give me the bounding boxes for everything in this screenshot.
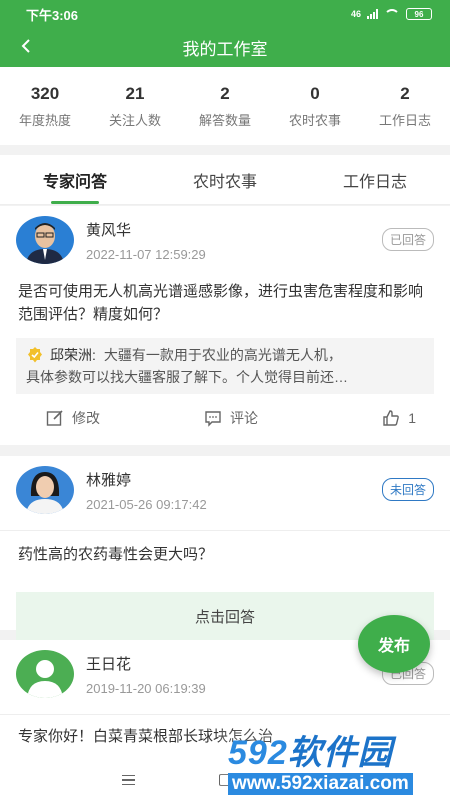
- avatar-photo-icon: [16, 466, 74, 514]
- menu-icon: [121, 774, 135, 786]
- stats-panel: 320 年度热度 21 关注人数 2 解答数量 0 农时农事 2 工作日志: [0, 67, 450, 145]
- edit-icon: [46, 410, 63, 426]
- stat-answers[interactable]: 2 解答数量: [180, 67, 270, 145]
- wifi-icon: [384, 8, 400, 20]
- post-author: 林雅婷 2021-05-26 09:17:42 未回答: [0, 456, 450, 514]
- like-count: 1: [408, 410, 416, 426]
- chevron-left-icon: [21, 39, 30, 53]
- stat-value: 2: [220, 83, 230, 103]
- author-info: 黄风华 2022-11-07 12:59:29: [86, 219, 206, 262]
- stat-label: 解答数量: [198, 112, 251, 128]
- status-badge: 已回答: [381, 228, 434, 251]
- answer-preview[interactable]: 邱荣洲: 大疆有一款用于农业的高光谱无人机， 具体参数可以找大疆客服了解下。个人…: [16, 338, 434, 394]
- signal-icon: [367, 9, 378, 19]
- author-name: 林雅婷: [86, 471, 132, 489]
- publish-button[interactable]: 发布: [358, 615, 430, 673]
- answer-line1: 大疆有一款用于农业的高光谱无人机，: [103, 347, 342, 363]
- post-author: 黄风华 2022-11-07 12:59:29 已回答: [0, 206, 450, 264]
- question-text[interactable]: 药性高的农药毒性会更大吗？: [0, 530, 450, 566]
- watermark-logo: 592软件园: [228, 735, 393, 771]
- stat-label: 关注人数: [108, 112, 161, 128]
- battery-level: 96: [414, 9, 424, 19]
- stat-label: 农时农事: [288, 112, 341, 128]
- tab-worklog[interactable]: 工作日志: [300, 155, 450, 204]
- tab-farming[interactable]: 农时农事: [150, 155, 300, 204]
- avatar[interactable]: [16, 466, 74, 514]
- app-bar: 下午3:06 46 96 我的工作室: [0, 0, 450, 67]
- comment-button[interactable]: 评论: [169, 408, 292, 428]
- avatar[interactable]: [16, 650, 74, 698]
- watermark-logo-num: 592: [228, 734, 288, 772]
- tab-bar: 专家问答 农时农事 工作日志: [0, 155, 450, 205]
- status-icons: 46 96: [351, 8, 432, 20]
- watermark: 592软件园 www.592xiazai.com: [220, 730, 450, 800]
- post-actions: 修改 评论 1: [0, 396, 450, 440]
- post-card[interactable]: 黄风华 2022-11-07 12:59:29 已回答 是否可使用无人机高光谱遥…: [0, 206, 450, 445]
- like-button[interactable]: 1: [293, 409, 434, 427]
- post-time: 2022-11-07 12:59:29: [86, 246, 206, 262]
- author-name: 黄风华: [86, 221, 132, 239]
- avatar-photo-icon: [16, 216, 74, 264]
- stat-value: 21: [125, 83, 145, 103]
- stat-worklog[interactable]: 2 工作日志: [360, 67, 450, 145]
- stat-value: 0: [310, 83, 320, 103]
- stat-farming[interactable]: 0 农时农事: [270, 67, 360, 145]
- status-time: 下午3:06: [26, 7, 79, 23]
- author-info: 林雅婷 2021-05-26 09:17:42: [86, 469, 207, 512]
- status-bar: 下午3:06 46 96: [0, 0, 450, 28]
- edit-label: 修改: [72, 410, 100, 426]
- post-time: 2019-11-20 06:19:39: [86, 680, 206, 696]
- comment-icon: [205, 411, 221, 427]
- stat-value: 2: [400, 83, 410, 103]
- page-title: 我的工作室: [182, 40, 268, 59]
- network-label: 46: [350, 9, 361, 19]
- question-text[interactable]: 是否可使用无人机高光谱遥感影像，进行虫害危害程度和影响范围评估？精度如何？: [0, 280, 450, 326]
- verified-expert-icon: [28, 347, 42, 363]
- stat-heat[interactable]: 320 年度热度: [0, 67, 90, 145]
- avatar[interactable]: [16, 216, 74, 264]
- answer-expert: 邱荣洲:: [50, 347, 96, 363]
- thumbs-up-icon: [383, 410, 400, 426]
- stat-value: 320: [30, 83, 60, 103]
- stat-followers[interactable]: 21 关注人数: [90, 67, 180, 145]
- answer-line: 邱荣洲: 大疆有一款用于农业的高光谱无人机，: [26, 344, 424, 366]
- author-name: 王日花: [86, 655, 132, 673]
- comment-label: 评论: [229, 410, 258, 426]
- post-card[interactable]: 林雅婷 2021-05-26 09:17:42 未回答 药性高的农药毒性会更大吗…: [0, 456, 450, 640]
- edit-button[interactable]: 修改: [16, 408, 169, 428]
- title-bar: 我的工作室: [0, 28, 450, 67]
- tab-expert-qa[interactable]: 专家问答: [0, 155, 150, 204]
- default-avatar-icon: [16, 650, 74, 698]
- menu-nav-button[interactable]: [113, 765, 143, 795]
- back-button[interactable]: [12, 32, 40, 60]
- author-info: 王日花 2019-11-20 06:19:39: [86, 653, 206, 696]
- status-badge: 未回答: [381, 478, 434, 501]
- stat-label: 年度热度: [18, 112, 71, 128]
- answer-line2: 具体参数可以找大疆客服了解下。个人觉得目前还…: [26, 369, 348, 385]
- stat-label: 工作日志: [378, 112, 431, 128]
- battery-icon: 96: [406, 8, 432, 20]
- watermark-url: www.592xiazai.com: [228, 773, 413, 795]
- post-time: 2021-05-26 09:17:42: [86, 496, 207, 512]
- watermark-logo-cn: 软件园: [287, 734, 393, 772]
